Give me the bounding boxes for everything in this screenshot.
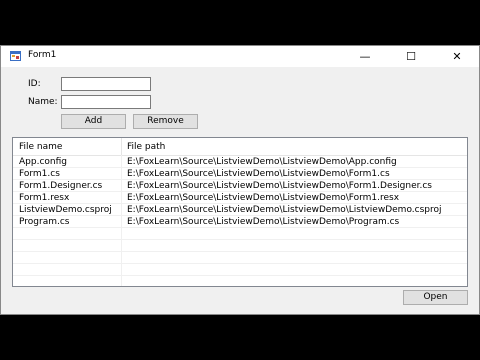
file-name-cell: Program.cs xyxy=(19,217,70,227)
list-item[interactable]: ListviewDemo.csproj E:\FoxLearn\Source\Li… xyxy=(13,204,467,216)
file-listview[interactable]: File name File path App.config E:\FoxLear… xyxy=(12,137,468,287)
listview-header: File name File path xyxy=(13,138,467,156)
row-gridline xyxy=(13,239,467,240)
column-separator[interactable] xyxy=(121,138,122,155)
list-item[interactable]: Form1.Designer.cs E:\FoxLearn\Source\List… xyxy=(13,180,467,192)
column-header-file-path[interactable]: File path xyxy=(127,142,165,152)
title-bar[interactable]: Form1 — ☐ ✕ xyxy=(1,46,479,67)
add-button[interactable]: Add xyxy=(61,114,126,129)
file-name-cell: Form1.cs xyxy=(19,169,60,179)
form1-window: Form1 — ☐ ✕ ID: Name: Add Remove File na… xyxy=(0,45,480,315)
id-label: ID: xyxy=(28,79,41,89)
close-icon: ✕ xyxy=(452,50,462,63)
remove-button[interactable]: Remove xyxy=(133,114,198,129)
file-name-cell: ListviewDemo.csproj xyxy=(19,205,112,215)
id-field[interactable] xyxy=(61,77,151,91)
form-app-icon xyxy=(10,51,21,61)
minimize-button[interactable]: — xyxy=(342,46,388,67)
name-label: Name: xyxy=(28,97,58,107)
row-gridline xyxy=(13,275,467,276)
file-name-cell: Form1.Designer.cs xyxy=(19,181,103,191)
file-path-cell: E:\FoxLearn\Source\ListviewDemo\Listview… xyxy=(127,169,390,179)
column-header-file-name[interactable]: File name xyxy=(19,142,62,152)
file-path-cell: E:\FoxLearn\Source\ListviewDemo\Listview… xyxy=(127,217,400,227)
list-item[interactable]: Form1.cs E:\FoxLearn\Source\ListviewDemo\… xyxy=(13,168,467,180)
window-title: Form1 xyxy=(28,50,57,60)
list-item[interactable]: Program.cs E:\FoxLearn\Source\ListviewDem… xyxy=(13,216,467,228)
file-name-cell: Form1.resx xyxy=(19,193,70,203)
name-field[interactable] xyxy=(61,95,151,109)
row-gridline xyxy=(13,251,467,252)
close-button[interactable]: ✕ xyxy=(434,46,480,67)
list-item[interactable]: App.config E:\FoxLearn\Source\ListviewDem… xyxy=(13,156,467,168)
file-path-cell: E:\FoxLearn\Source\ListviewDemo\Listview… xyxy=(127,205,442,215)
row-gridline xyxy=(13,263,467,264)
file-path-cell: E:\FoxLearn\Source\ListviewDemo\Listview… xyxy=(127,157,397,167)
maximize-button[interactable]: ☐ xyxy=(388,46,434,67)
list-item[interactable]: Form1.resx E:\FoxLearn\Source\ListviewDem… xyxy=(13,192,467,204)
file-path-cell: E:\FoxLearn\Source\ListviewDemo\Listview… xyxy=(127,193,400,203)
maximize-icon: ☐ xyxy=(406,50,416,63)
minimize-icon: — xyxy=(359,50,371,63)
file-name-cell: App.config xyxy=(19,157,67,167)
file-path-cell: E:\FoxLearn\Source\ListviewDemo\Listview… xyxy=(127,181,432,191)
open-button[interactable]: Open xyxy=(403,290,468,305)
